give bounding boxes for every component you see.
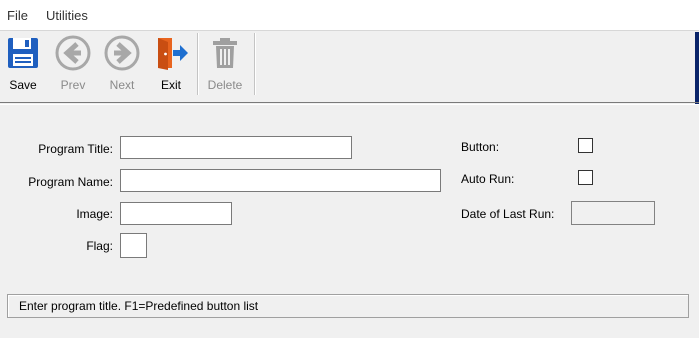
- image-field[interactable]: [120, 202, 232, 225]
- toolbar: Save Prev Next Exit Delete: [0, 31, 699, 103]
- auto-run-label: Auto Run:: [461, 172, 515, 186]
- image-label: Image:: [76, 207, 113, 221]
- toolbar-separator: [254, 33, 255, 95]
- floppy-disk-icon: [8, 38, 38, 68]
- toolbar-separator: [197, 33, 198, 95]
- exit-button[interactable]: Exit: [148, 33, 194, 95]
- trash-can-icon: [213, 38, 237, 68]
- program-name-field[interactable]: [120, 169, 441, 192]
- menu-bar: File Utilities: [0, 0, 699, 31]
- prev-button[interactable]: Prev: [50, 33, 96, 95]
- window-edge-marker: [695, 32, 699, 104]
- arrow-left-circle-icon: [55, 35, 91, 71]
- flag-label: Flag:: [86, 239, 113, 253]
- button-checkbox[interactable]: [578, 138, 593, 153]
- status-text: Enter program title. F1=Predefined butto…: [19, 299, 259, 313]
- delete-button[interactable]: Delete: [202, 33, 248, 95]
- program-name-label: Program Name:: [28, 175, 113, 189]
- auto-run-checkbox[interactable]: [578, 170, 593, 185]
- save-button[interactable]: Save: [0, 33, 46, 95]
- arrow-right-circle-icon: [104, 35, 140, 71]
- next-label: Next: [109, 78, 135, 92]
- save-label: Save: [9, 78, 37, 92]
- button-label: Button:: [461, 140, 500, 154]
- exit-door-icon: [158, 38, 188, 70]
- menu-file[interactable]: File: [7, 8, 28, 23]
- exit-label: Exit: [160, 78, 181, 92]
- date-of-last-run-label: Date of Last Run:: [461, 207, 555, 221]
- program-title-field[interactable]: [120, 136, 352, 159]
- toolbar-divider: [0, 102, 699, 103]
- flag-field[interactable]: [120, 233, 147, 258]
- prev-label: Prev: [60, 78, 86, 92]
- status-bar: Enter program title. F1=Predefined butto…: [7, 294, 689, 318]
- next-button[interactable]: Next: [99, 33, 145, 95]
- program-title-label: Program Title:: [38, 142, 113, 156]
- toolbar-divider-highlight: [0, 104, 699, 105]
- date-of-last-run-field: [571, 201, 655, 225]
- menu-utilities[interactable]: Utilities: [46, 8, 88, 23]
- delete-label: Delete: [207, 78, 243, 92]
